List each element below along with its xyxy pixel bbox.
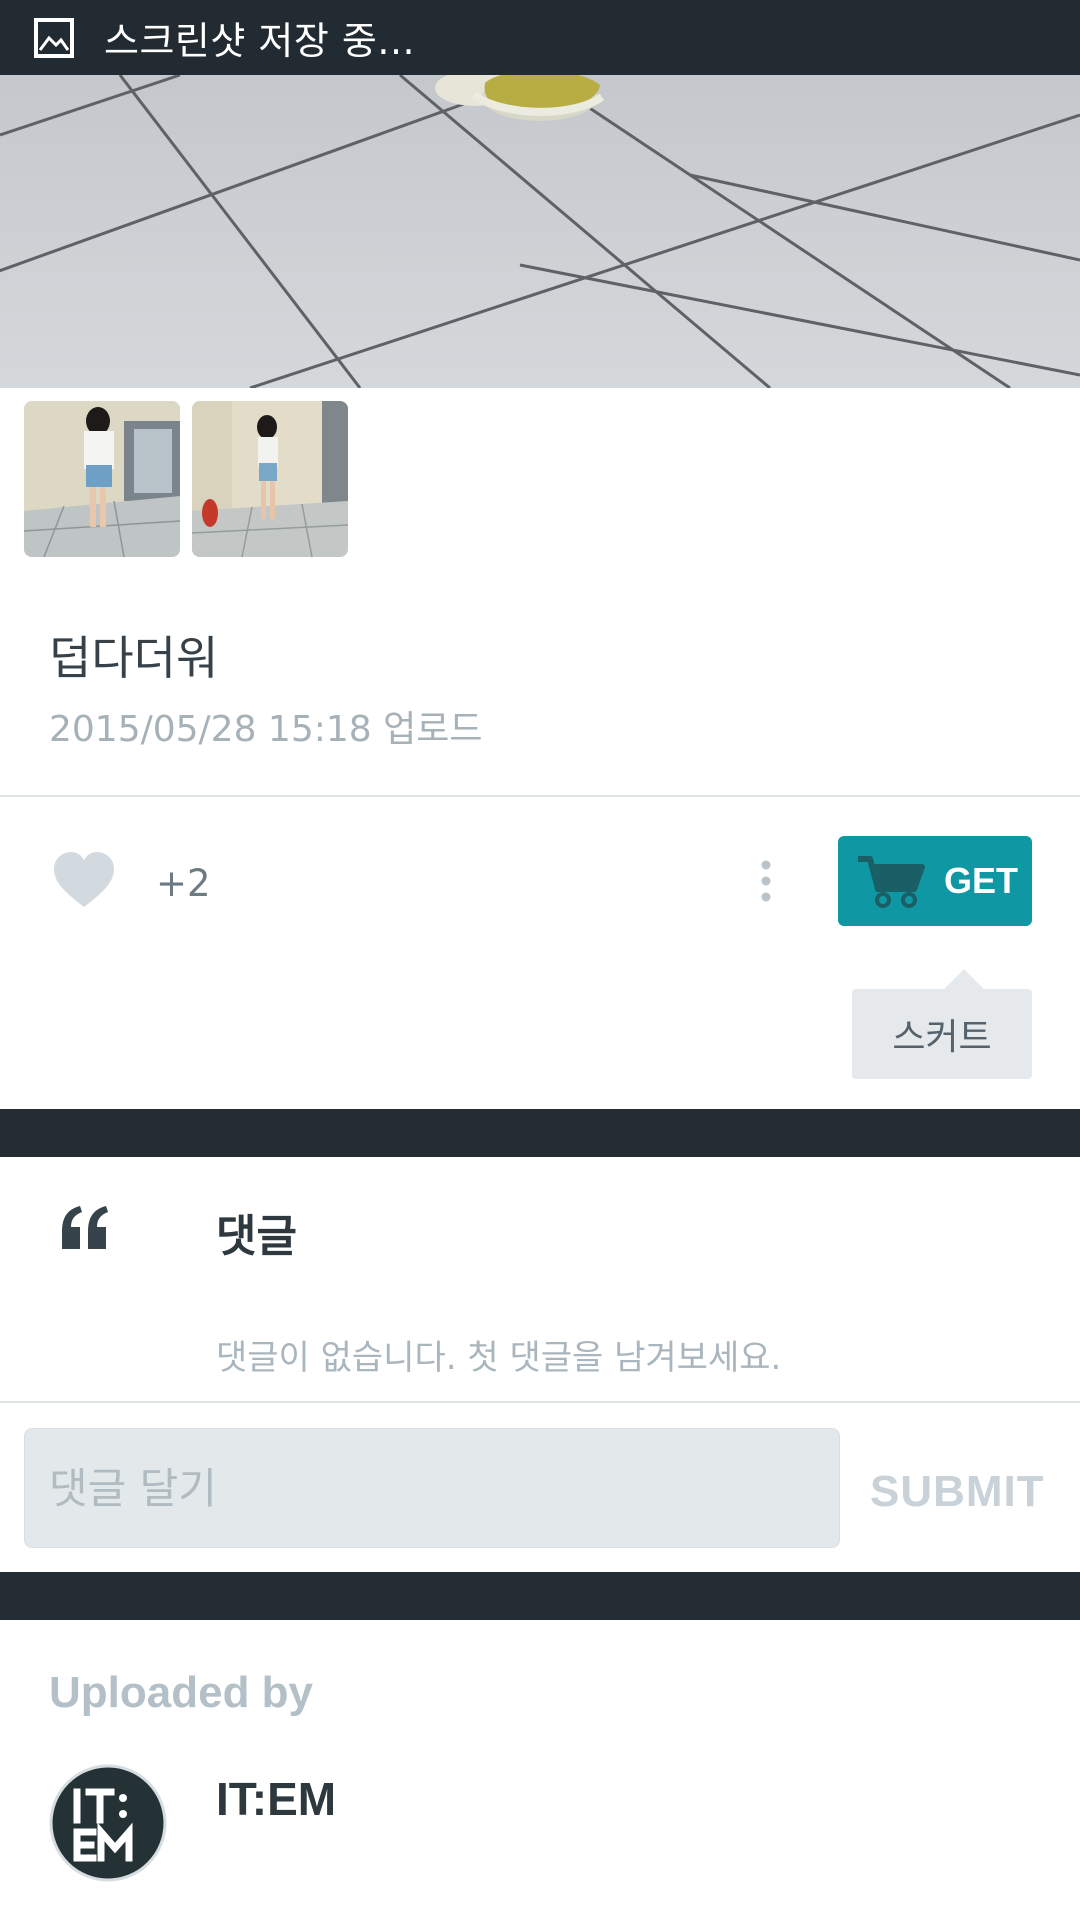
thumbnail-1[interactable] (24, 401, 180, 557)
comments-title: 댓글 (216, 1211, 297, 1262)
status-text: 스크린샷 저장 중... (104, 19, 416, 63)
get-label: GET (944, 860, 1019, 901)
more-vertical-icon[interactable] (756, 859, 776, 903)
divider (0, 1401, 1080, 1403)
comment-input[interactable] (24, 1428, 840, 1548)
hero-photo[interactable] (0, 75, 1080, 388)
avatar[interactable] (49, 1764, 167, 1882)
post-title: 덥다더워 (49, 631, 219, 685)
uploaded-by-label: Uploaded by (49, 1668, 314, 1717)
image-icon (34, 17, 74, 58)
thumbnail-2[interactable] (192, 401, 348, 557)
thumbnail-strip (24, 401, 348, 557)
divider (0, 795, 1080, 797)
uploader-name[interactable]: IT:EM (216, 1772, 336, 1826)
status-bar: 스크린샷 저장 중... (0, 0, 1080, 75)
post-date: 2015/05/28 15:18 업로드 (49, 709, 483, 750)
tag-tooltip[interactable]: 스커트 (852, 969, 1032, 1079)
section-separator (0, 1572, 1080, 1620)
section-separator (0, 1109, 1080, 1157)
heart-icon[interactable] (52, 851, 116, 909)
likes-count: +2 (156, 862, 211, 905)
tag-label: 스커트 (892, 1017, 992, 1058)
get-button[interactable]: GET (838, 836, 1032, 926)
submit-button[interactable]: SUBMIT (870, 1467, 1045, 1517)
cart-icon (858, 856, 925, 908)
quote-icon (62, 1206, 108, 1249)
comments-empty-message: 댓글이 없습니다. 첫 댓글을 남겨보세요. (216, 1338, 782, 1378)
